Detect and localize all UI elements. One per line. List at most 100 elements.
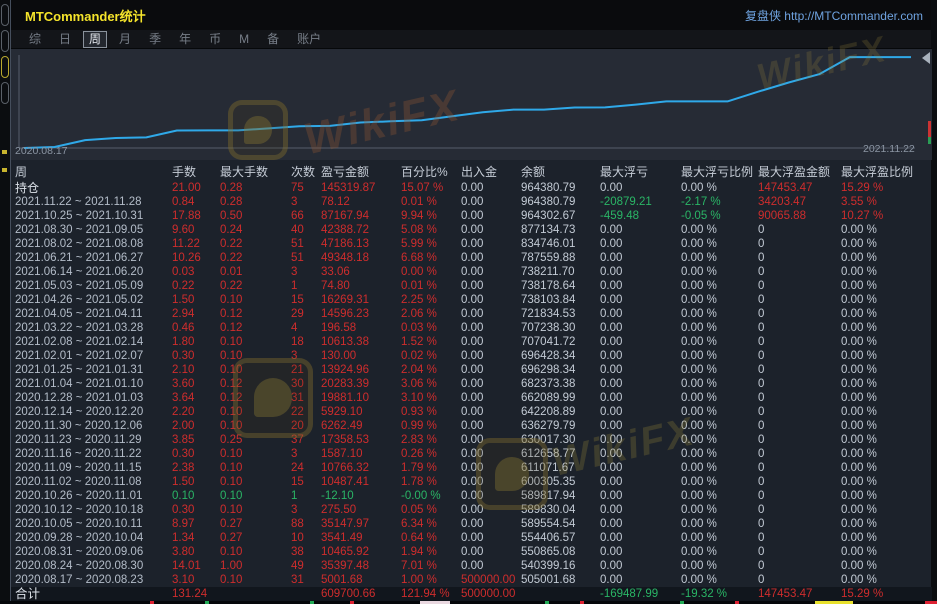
column-header-8: 最大浮亏 [600,160,681,181]
period-cell: 2021.03.22 ~ 2021.03.28 [15,321,172,335]
table-row[interactable]: 2020.08.17 ~ 2020.08.233.100.10315001.68… [11,573,932,587]
edge-marker-red [928,121,931,137]
table-row[interactable]: 2020.10.26 ~ 2020.11.010.100.101-12.10-0… [11,489,932,503]
table-row[interactable]: 2020.11.30 ~ 2020.12.062.000.10206262.49… [11,419,932,433]
table-row[interactable]: 2021.03.22 ~ 2021.03.280.460.124196.580.… [11,321,932,335]
table-row[interactable]: 2020.08.31 ~ 2020.09.063.800.103810465.9… [11,545,932,559]
menu-item-4[interactable]: 季 [143,32,167,47]
table-row[interactable]: 2020.11.02 ~ 2020.11.081.500.101510487.4… [11,475,932,489]
value-cell: 0 [758,419,841,433]
value-cell: 0.00 % [841,237,932,251]
value-cell: 0.00 [461,559,521,573]
value-cell: 0.03 % [401,321,461,335]
value-cell: 3.06 % [401,377,461,391]
table-row[interactable]: 2021.02.08 ~ 2021.02.141.800.101810613.3… [11,335,932,349]
period-cell: 2020.11.16 ~ 2020.11.22 [15,447,172,461]
edge-marker-green [928,137,931,144]
value-cell: 0.00 [461,237,521,251]
table-row[interactable]: 2021.10.25 ~ 2021.10.3117.880.506687167.… [11,209,932,223]
period-cell: 2020.12.28 ~ 2021.01.03 [15,391,172,405]
value-cell: 0.00 [600,349,681,363]
value-cell: 738103.84 [521,293,600,307]
table-row[interactable]: 2021.01.04 ~ 2021.01.103.600.123020283.3… [11,377,932,391]
value-cell: 0.00 % [841,321,932,335]
table-row[interactable]: 2021.04.26 ~ 2021.05.021.500.101516269.3… [11,293,932,307]
value-cell: 7.01 % [401,559,461,573]
value-cell: 0 [758,461,841,475]
value-cell: 721834.53 [521,307,600,321]
brand-link[interactable]: 复盘侠 http://MTCommander.com [745,7,923,24]
value-cell: 6.34 % [401,517,461,531]
table-row[interactable]: 合计131.24609700.66121.94 %500000.00-16948… [11,587,932,602]
table-header-row: 周手数最大手数次数盈亏金额百分比%出入金余额最大浮亏最大浮亏比例最大浮盈金额最大… [11,160,932,181]
value-cell: 78.12 [321,195,401,209]
menu-item-5[interactable]: 年 [173,32,197,47]
table-row[interactable]: 2020.08.24 ~ 2020.08.3014.011.004935397.… [11,559,932,573]
table-row[interactable]: 持仓21.000.2875145319.8715.07 %0.00964380.… [11,181,932,195]
table-row[interactable]: 2020.11.23 ~ 2020.11.293.850.253717358.5… [11,433,932,447]
table-row[interactable]: 2021.02.01 ~ 2021.02.070.300.103130.000.… [11,349,932,363]
value-cell: 0 [758,237,841,251]
equity-chart-panel: 2020.08.17 2021.11.22 [11,48,932,160]
table-row[interactable]: 2021.06.14 ~ 2021.06.200.030.01333.060.0… [11,265,932,279]
value-cell: 0.00 [461,545,521,559]
value-cell: 0.00 [461,447,521,461]
value-cell: 21.00 [172,181,220,195]
table-row[interactable]: 2021.01.25 ~ 2021.01.312.100.102113924.9… [11,363,932,377]
table-row[interactable]: 2021.05.03 ~ 2021.05.090.220.22174.800.0… [11,279,932,293]
menu-item-2[interactable]: 周 [83,31,107,48]
period-cell: 2020.10.05 ~ 2020.10.11 [15,517,172,531]
table-row[interactable]: 2021.11.22 ~ 2021.11.280.840.28378.120.0… [11,195,932,209]
value-cell: 275.50 [321,503,401,517]
value-cell: 0.00 % [681,391,758,405]
table-row[interactable]: 2020.12.28 ~ 2021.01.033.640.123119881.1… [11,391,932,405]
value-cell: 51 [291,251,321,265]
table-row[interactable]: 2020.10.05 ~ 2020.10.118.970.278835147.9… [11,517,932,531]
value-cell: 74.80 [321,279,401,293]
value-cell: 35147.97 [321,517,401,531]
value-cell: 0 [758,223,841,237]
value-cell: 5929.10 [321,405,401,419]
value-cell: 0.00 % [841,573,932,587]
value-cell: 0.22 [220,279,291,293]
value-cell: 0.00 % [841,405,932,419]
table-row[interactable]: 2020.09.28 ~ 2020.10.041.340.27103541.49… [11,531,932,545]
value-cell: 0.00 % [841,475,932,489]
value-cell: 9.94 % [401,209,461,223]
table-row[interactable]: 2021.06.21 ~ 2021.06.2710.260.225149348.… [11,251,932,265]
menu-item-0[interactable]: 综 [23,32,47,47]
value-cell: 121.94 % [401,587,461,602]
period-cell: 2020.10.12 ~ 2020.10.18 [15,503,172,517]
value-cell: 0.00 [600,503,681,517]
value-cell: 2.94 [172,307,220,321]
table-row[interactable]: 2020.11.09 ~ 2020.11.152.380.102410766.3… [11,461,932,475]
table-row[interactable]: 2020.11.16 ~ 2020.11.220.300.1031587.100… [11,447,932,461]
value-cell: 40 [291,223,321,237]
value-cell: 0.00 [461,293,521,307]
menu-item-7[interactable]: M [233,32,255,47]
value-cell [521,587,600,602]
table-row[interactable]: 2020.12.14 ~ 2020.12.202.200.10225929.10… [11,405,932,419]
table-row[interactable]: 2020.10.12 ~ 2020.10.180.300.103275.500.… [11,503,932,517]
value-cell: 0.12 [220,377,291,391]
title-bar: MTCommander统计 复盘侠 http://MTCommander.com [11,0,931,30]
value-cell: 0 [758,447,841,461]
table-row[interactable]: 2021.08.02 ~ 2021.08.0811.220.225147186.… [11,237,932,251]
table-row[interactable]: 2021.08.30 ~ 2021.09.059.600.244042388.7… [11,223,932,237]
value-cell: 0.01 [220,265,291,279]
menu-item-9[interactable]: 账户 [291,32,327,47]
value-cell: 0.01 % [401,279,461,293]
value-cell: 0.10 [172,489,220,503]
menu-item-1[interactable]: 日 [53,32,77,47]
menu-item-3[interactable]: 月 [113,32,137,47]
value-cell: 34203.47 [758,195,841,209]
menu-item-6[interactable]: 币 [203,32,227,47]
value-cell: 3.60 [172,377,220,391]
chart-scroll-arrow-icon[interactable] [922,52,930,64]
value-cell: 20283.39 [321,377,401,391]
value-cell: 49348.18 [321,251,401,265]
table-row[interactable]: 2021.04.05 ~ 2021.04.112.940.122914596.2… [11,307,932,321]
period-cell: 2021.02.08 ~ 2021.02.14 [15,335,172,349]
value-cell: 964302.67 [521,209,600,223]
menu-item-8[interactable]: 备 [261,32,285,47]
